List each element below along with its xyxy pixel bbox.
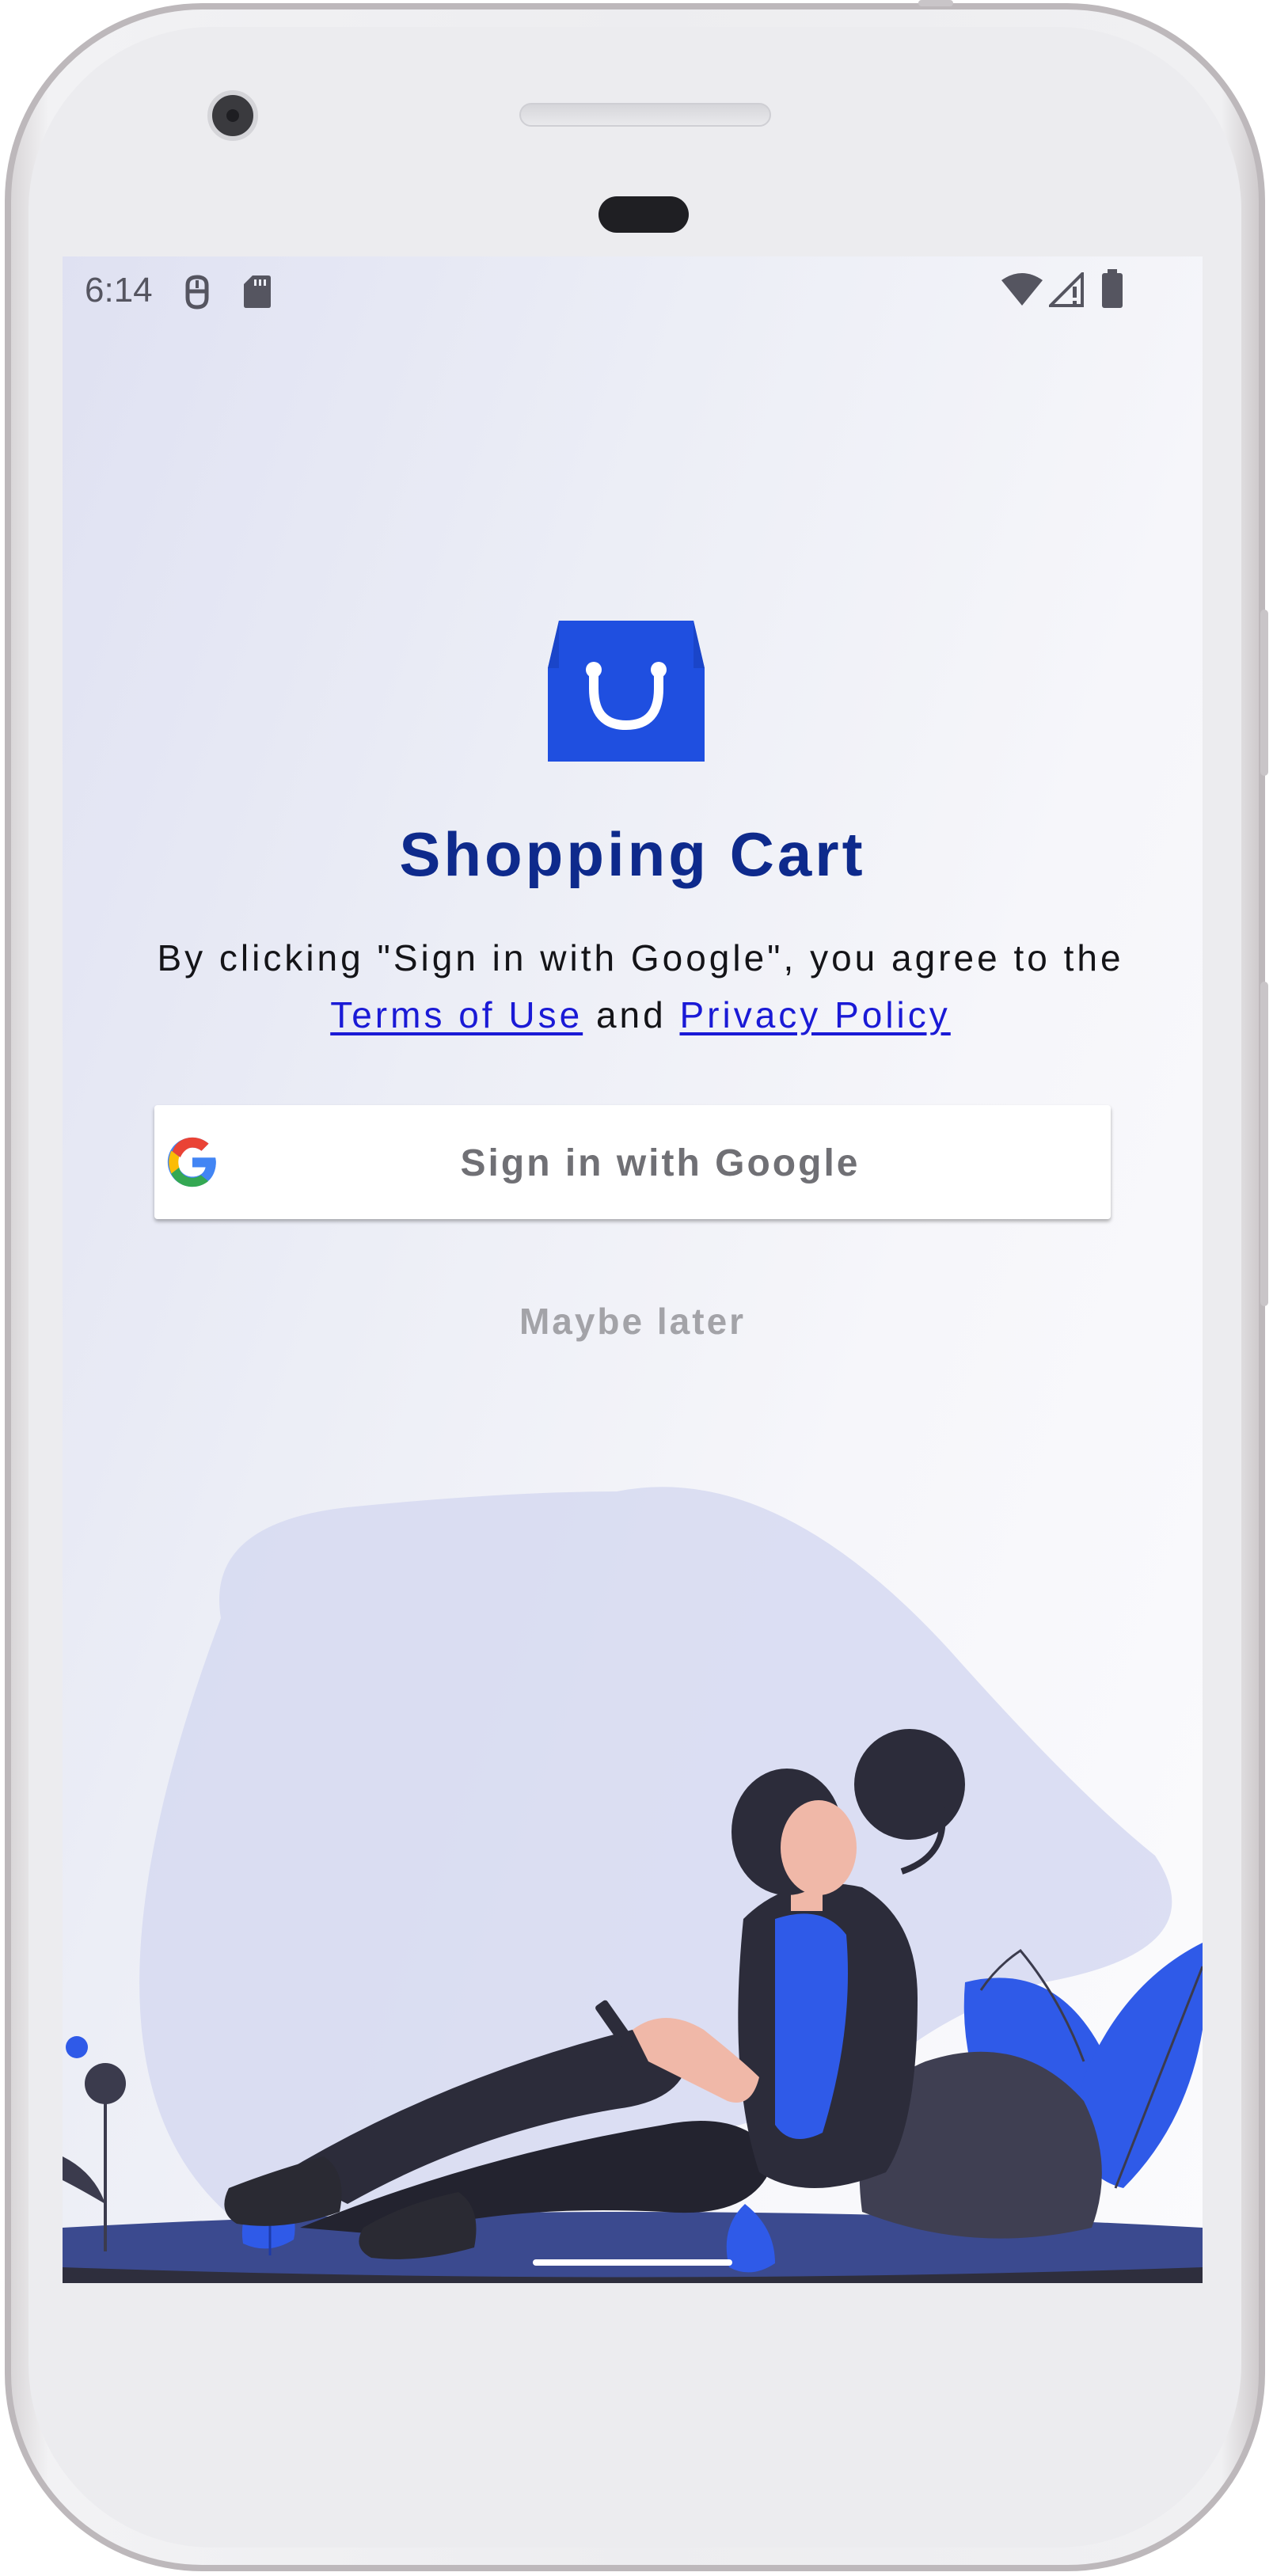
wifi-icon [1001, 272, 1043, 310]
volume-button [1260, 982, 1268, 1306]
google-sign-in-button[interactable]: Sign in with Google [154, 1105, 1111, 1219]
status-time: 6:14 [85, 271, 153, 310]
shopping-bag-icon [548, 621, 705, 762]
app-screen: 6:14 Shopping Cart By clicking "Sign in … [63, 256, 1203, 2283]
power-button [1260, 610, 1268, 776]
sd-card-icon [243, 274, 272, 312]
proximity-sensor [598, 196, 689, 233]
usb-debug-icon [181, 274, 213, 313]
terms-of-use-link[interactable]: Terms of Use [330, 994, 583, 1035]
top-button [918, 0, 953, 6]
status-bar: 6:14 [63, 256, 1203, 323]
earpiece-speaker [519, 103, 771, 127]
maybe-later-button[interactable]: Maybe later [63, 1300, 1203, 1343]
terms-and-text: and [583, 994, 680, 1035]
front-camera [207, 90, 258, 141]
terms-notice: By clicking "Sign in with Google", you a… [126, 929, 1155, 1043]
woman-with-phone-illustration [63, 1487, 1203, 2283]
privacy-policy-link[interactable]: Privacy Policy [679, 994, 950, 1035]
terms-prefix: By clicking "Sign in with Google", you a… [157, 937, 1124, 978]
battery-icon [1101, 269, 1123, 312]
app-title: Shopping Cart [399, 819, 866, 889]
google-sign-in-label: Sign in with Google [460, 1142, 861, 1184]
home-indicator[interactable] [533, 2259, 732, 2266]
cellular-icon [1047, 270, 1085, 310]
